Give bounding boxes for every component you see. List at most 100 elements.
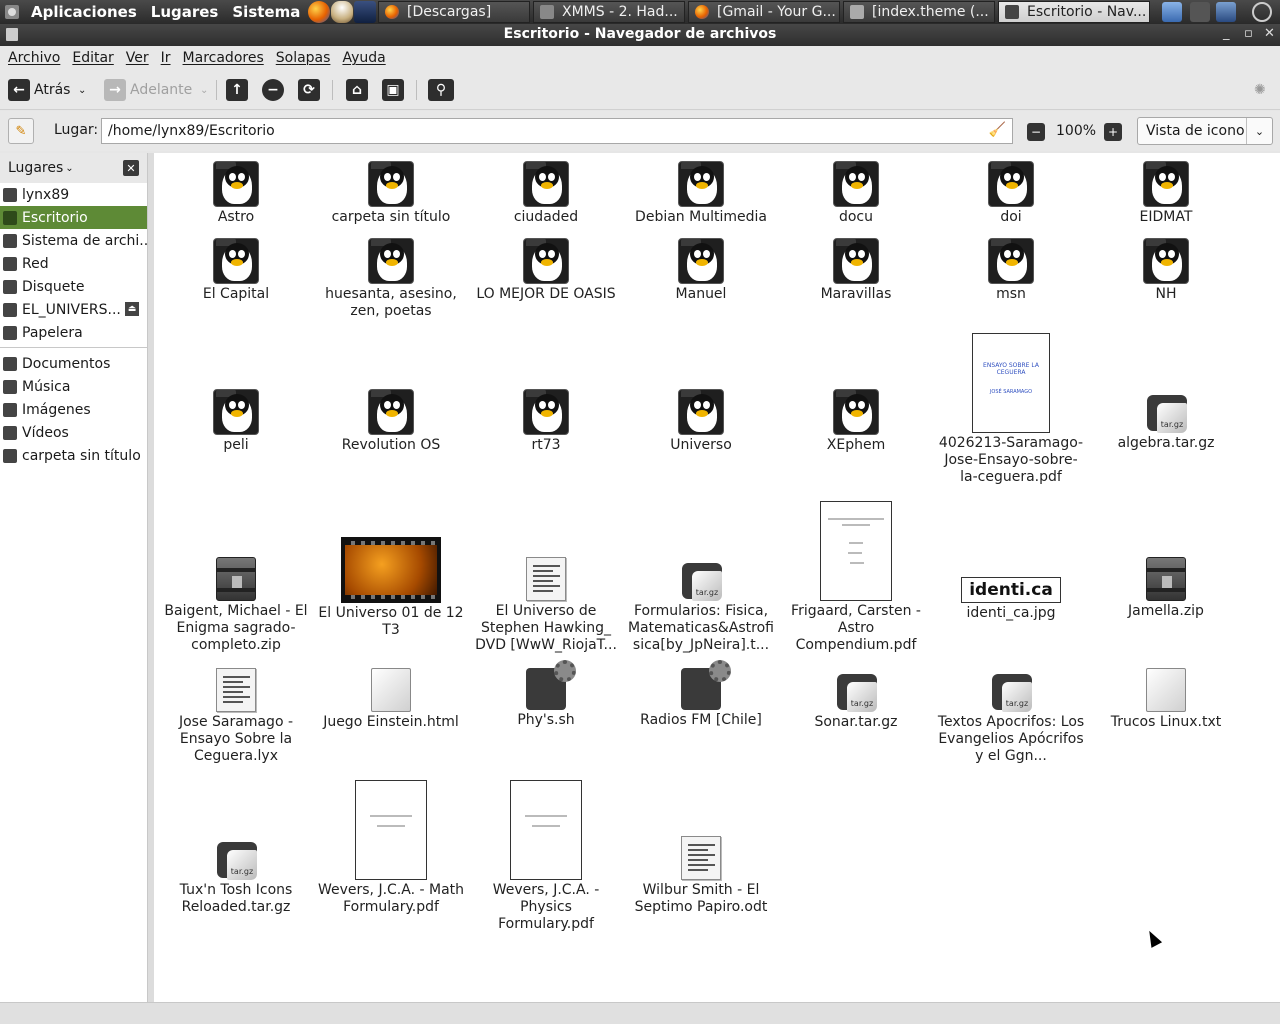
reload-icon[interactable]: ⟳	[298, 79, 320, 101]
up-arrow-icon[interactable]: ↑	[226, 79, 248, 101]
shutdown-icon[interactable]	[1252, 2, 1272, 22]
file-item[interactable]: Jamella.zip	[1091, 557, 1241, 620]
file-item[interactable]: NH	[1091, 238, 1241, 303]
sidebar-item-places-1[interactable]: Escritorio	[0, 206, 147, 229]
view-mode-select[interactable]: Vista de icono ⌄	[1137, 117, 1273, 145]
terminal-launcher-icon[interactable]	[354, 1, 377, 23]
menu-archivo[interactable]: Archivo	[2, 50, 66, 66]
home-icon[interactable]: ⌂	[346, 79, 368, 101]
eject-icon[interactable]: ⏏	[125, 302, 139, 316]
chevron-down-icon[interactable]: ⌄	[65, 163, 73, 174]
file-item[interactable]: Wilbur Smith - El Septimo Papiro.odt	[626, 836, 776, 916]
file-item[interactable]: El Universo 01 de 12 T3	[316, 537, 466, 639]
sidebar-type-select[interactable]: Lugares	[8, 160, 63, 176]
file-item[interactable]: huesanta, asesino, zen, poetas	[316, 238, 466, 320]
taskbar-button-gmail[interactable]: [Gmail - Your G...	[688, 1, 840, 23]
file-item[interactable]: Phy's.sh	[471, 660, 621, 729]
panel-menu-sistema[interactable]: Sistema	[225, 3, 307, 21]
file-item[interactable]: Debian Multimedia	[626, 161, 776, 226]
file-item[interactable]: Universo	[626, 389, 776, 454]
zoom-in-icon[interactable]: +	[1104, 123, 1122, 141]
stop-icon[interactable]: −	[262, 79, 284, 101]
menu-solapas[interactable]: Solapas	[270, 50, 337, 66]
taskbar-button-index-theme[interactable]: [index.theme (...	[843, 1, 995, 23]
location-input[interactable]: /home/lynx89/Escritorio 🧹	[101, 118, 1013, 144]
file-item[interactable]: identi.ca identi_ca.jpg	[936, 577, 1086, 622]
file-item[interactable]: tar.gz algebra.tar.gz	[1091, 389, 1241, 452]
file-item[interactable]: Radios FM [Chile]	[626, 660, 776, 729]
close-sidebar-icon[interactable]: ✕	[123, 160, 139, 176]
file-item[interactable]: docu	[781, 161, 931, 226]
file-item[interactable]: rt73	[471, 389, 621, 454]
file-item[interactable]: doi	[936, 161, 1086, 226]
file-item[interactable]: Baigent, Michael - El Enigma sagrado-com…	[161, 557, 311, 654]
file-item[interactable]: Jose Saramago - Ensayo Sobre la Ceguera.…	[161, 668, 311, 765]
icon-view[interactable]: Astro carpeta sin título ciudaded Debian Mu…	[154, 153, 1280, 1002]
file-item[interactable]: Frigaard, Carsten - Astro Compendium.pdf	[781, 501, 931, 654]
taskbar-button-descargas[interactable]: [Descargas]	[378, 1, 530, 23]
connection-tray-icon[interactable]	[1216, 2, 1236, 22]
file-item[interactable]: Revolution OS	[316, 389, 466, 454]
file-item[interactable]: Manuel	[626, 238, 776, 303]
sidebar-item-places-6[interactable]: Papelera	[0, 321, 147, 344]
file-item[interactable]: Wevers, J.C.A. - Physics Formulary.pdf	[471, 780, 621, 933]
file-item[interactable]: Astro	[161, 161, 311, 226]
sidebar-item-places-2[interactable]: Sistema de archi...	[0, 229, 147, 252]
file-item[interactable]: peli	[161, 389, 311, 454]
file-item[interactable]: Maravillas	[781, 238, 931, 303]
file-item[interactable]: tar.gz Tux'n Tosh Icons Reloaded.tar.gz	[161, 836, 311, 916]
minimize-icon[interactable]: _	[1223, 26, 1230, 41]
network-tray-icon[interactable]	[1190, 2, 1210, 22]
forward-button[interactable]: → Adelante	[104, 78, 192, 102]
file-item[interactable]: Wevers, J.C.A. - Math Formulary.pdf	[316, 780, 466, 916]
sidebar-item-bookmarks-3[interactable]: Vídeos	[0, 421, 147, 444]
zoom-level[interactable]: 100%	[1056, 123, 1096, 139]
file-item[interactable]: El Capital	[161, 238, 311, 303]
sidebar-item-bookmarks-4[interactable]: carpeta sin título	[0, 444, 147, 467]
clear-broom-icon[interactable]: 🧹	[989, 122, 1006, 138]
file-item[interactable]: msn	[936, 238, 1086, 303]
file-item[interactable]: tar.gz Textos Apocrifos: Los Evangelios A…	[936, 668, 1086, 765]
back-button[interactable]: ← Atrás	[8, 78, 70, 102]
file-item[interactable]: tar.gz Sonar.tar.gz	[781, 668, 931, 731]
menu-ayuda[interactable]: Ayuda	[336, 50, 391, 66]
file-item[interactable]: ciudaded	[471, 161, 621, 226]
menu-editar[interactable]: Editar	[66, 50, 119, 66]
file-item[interactable]: carpeta sin título	[316, 161, 466, 226]
file-item[interactable]: ENSAYO SOBRE LA CEGUERA JOSÉ SARAMAGO 4026…	[936, 333, 1086, 486]
maximize-icon[interactable]: ▫	[1244, 26, 1253, 41]
menu-ver[interactable]: Ver	[120, 50, 155, 66]
sidebar-item-bookmarks-2[interactable]: Imágenes	[0, 398, 147, 421]
sidebar-item-bookmarks-1[interactable]: Música	[0, 375, 147, 398]
computer-icon[interactable]: ▣	[382, 79, 404, 101]
pidgin-launcher-icon[interactable]	[331, 1, 354, 23]
menu-marcadores[interactable]: Marcadores	[177, 50, 270, 66]
file-item[interactable]: tar.gz Formularios: Fisica, Matematicas&A…	[626, 557, 776, 654]
distro-logo-icon[interactable]	[0, 0, 24, 24]
file-item[interactable]: Trucos Linux.txt	[1091, 668, 1241, 731]
file-item[interactable]: EIDMAT	[1091, 161, 1241, 226]
panel-menu-aplicaciones[interactable]: Aplicaciones	[24, 3, 144, 21]
display-tray-icon[interactable]	[1162, 2, 1182, 22]
file-item[interactable]: Juego Einstein.html	[316, 668, 466, 731]
forward-history-chevron-icon[interactable]: ⌄	[200, 78, 208, 102]
window-titlebar[interactable]: Escritorio - Navegador de archivos _ ▫ ✕	[0, 24, 1280, 46]
back-history-chevron-icon[interactable]: ⌄	[78, 78, 86, 102]
close-icon[interactable]: ✕	[1264, 26, 1275, 41]
taskbar-button-xmms[interactable]: XMMS - 2. Had...	[533, 1, 685, 23]
zoom-out-icon[interactable]: −	[1027, 123, 1045, 141]
sidebar-item-places-4[interactable]: Disquete	[0, 275, 147, 298]
taskbar-button-escritorio[interactable]: Escritorio - Nav...	[998, 1, 1150, 23]
sidebar-item-bookmarks-0[interactable]: Documentos	[0, 352, 147, 375]
file-item[interactable]: LO MEJOR DE OASIS	[471, 238, 621, 303]
panel-menu-lugares[interactable]: Lugares	[144, 3, 226, 21]
sidebar-item-places-0[interactable]: lynx89	[0, 183, 147, 206]
firefox-launcher-icon[interactable]	[308, 1, 331, 23]
file-item[interactable]: XEphem	[781, 389, 931, 454]
sidebar-item-places-3[interactable]: Red	[0, 252, 147, 275]
location-toggle-button[interactable]: ✎	[8, 118, 34, 144]
menu-ir[interactable]: Ir	[155, 50, 177, 66]
sidebar-item-places-5[interactable]: EL_UNIVERS... ⏏	[0, 298, 147, 321]
search-binoculars-icon[interactable]: ⚲	[428, 79, 454, 101]
file-item[interactable]: El Universo de Stephen Hawking_ DVD [WwW…	[471, 557, 621, 654]
